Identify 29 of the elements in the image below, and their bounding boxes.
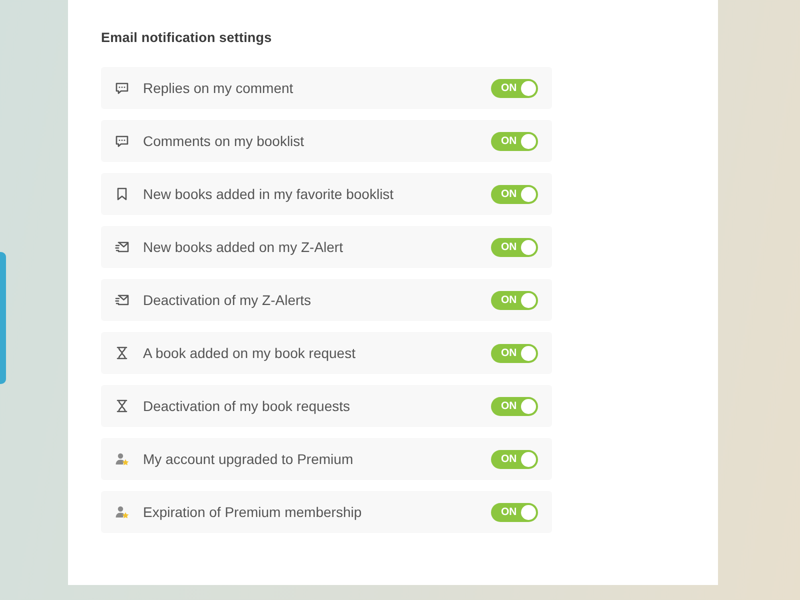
toggle-switch[interactable]: ON [491, 184, 538, 204]
envelope-icon [115, 240, 129, 254]
hourglass-icon [115, 399, 129, 413]
envelope-icon [115, 293, 129, 307]
setting-label: My account upgraded to Premium [143, 450, 354, 468]
setting-label: Deactivation of my book requests [143, 397, 351, 415]
setting-label: New books added in my favorite booklist [143, 185, 395, 203]
setting-label: Replies on my comment [143, 79, 294, 97]
setting-label: Comments on my booklist [143, 132, 306, 150]
hourglass-icon [115, 346, 129, 360]
section-title: Email notification settings [101, 29, 273, 47]
toggle-switch[interactable]: ON [491, 78, 538, 98]
toggle-switch[interactable]: ON [491, 238, 538, 256]
bookmark-icon [115, 187, 129, 201]
setting-label: Expiration of Premium membership [143, 503, 363, 521]
toggle-switch[interactable]: ON [491, 290, 538, 310]
toggle-switch[interactable]: ON [491, 396, 538, 416]
side-tab[interactable] [0, 252, 6, 384]
setting-label: Deactivation of my Z-Alerts [143, 291, 312, 309]
toggle-switch[interactable]: ON [491, 344, 538, 362]
toggle-switch[interactable]: ON [491, 450, 538, 468]
toggle-switch[interactable]: ON [491, 132, 538, 150]
toggle-switch[interactable]: ON [491, 502, 538, 522]
user-star-icon [115, 452, 129, 466]
user-star-icon [115, 505, 129, 519]
setting-label: New books added on my Z-Alert [143, 238, 344, 256]
speech-bubble-icon [115, 81, 129, 95]
speech-bubble-icon [115, 134, 129, 148]
setting-label: A book added on my book request [143, 344, 356, 362]
